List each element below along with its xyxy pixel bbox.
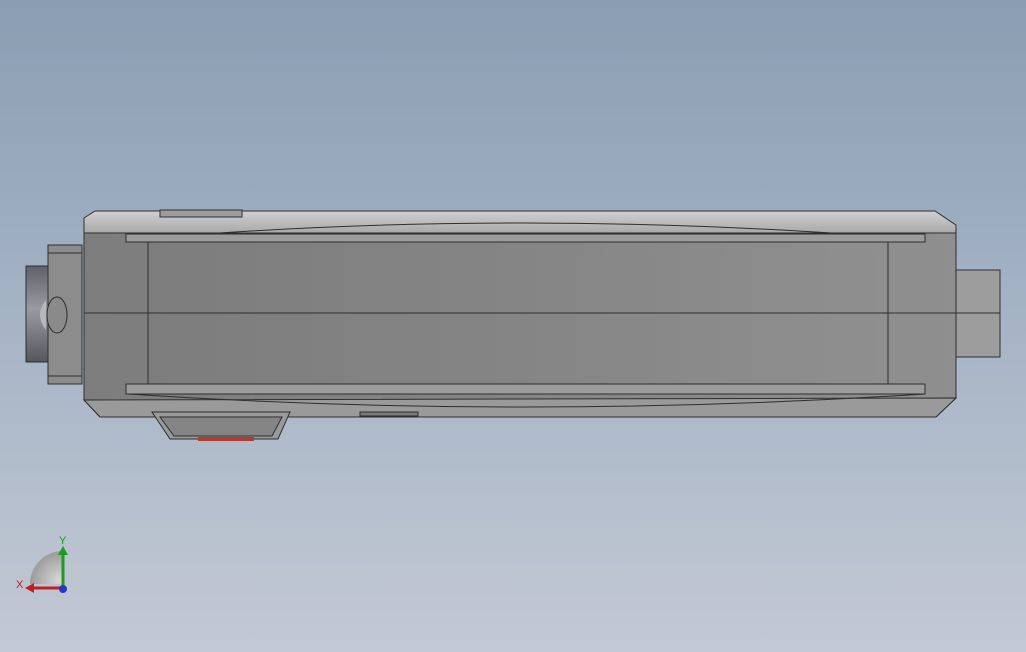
connector-hole (46, 296, 68, 334)
left-connector[interactable] (25, 244, 83, 385)
lower-rail (125, 383, 926, 395)
coordinate-triad: Y X (16, 535, 68, 593)
y-axis-label: Y (59, 535, 67, 547)
button-red-accent (198, 437, 254, 441)
x-axis-label: X (16, 579, 24, 591)
z-axis-dot (59, 585, 67, 593)
y-arrow-icon (58, 546, 68, 555)
x-arrow-icon (25, 583, 34, 593)
upper-rail (125, 233, 926, 243)
button-face (159, 416, 283, 437)
triad-plane (30, 551, 63, 584)
graphics-viewport[interactable]: Y X (0, 0, 1026, 652)
bottom-button[interactable] (151, 411, 419, 441)
bottom-notch (359, 411, 419, 417)
model-view-svg[interactable]: Y X (0, 0, 1026, 652)
top-tab (159, 209, 243, 218)
